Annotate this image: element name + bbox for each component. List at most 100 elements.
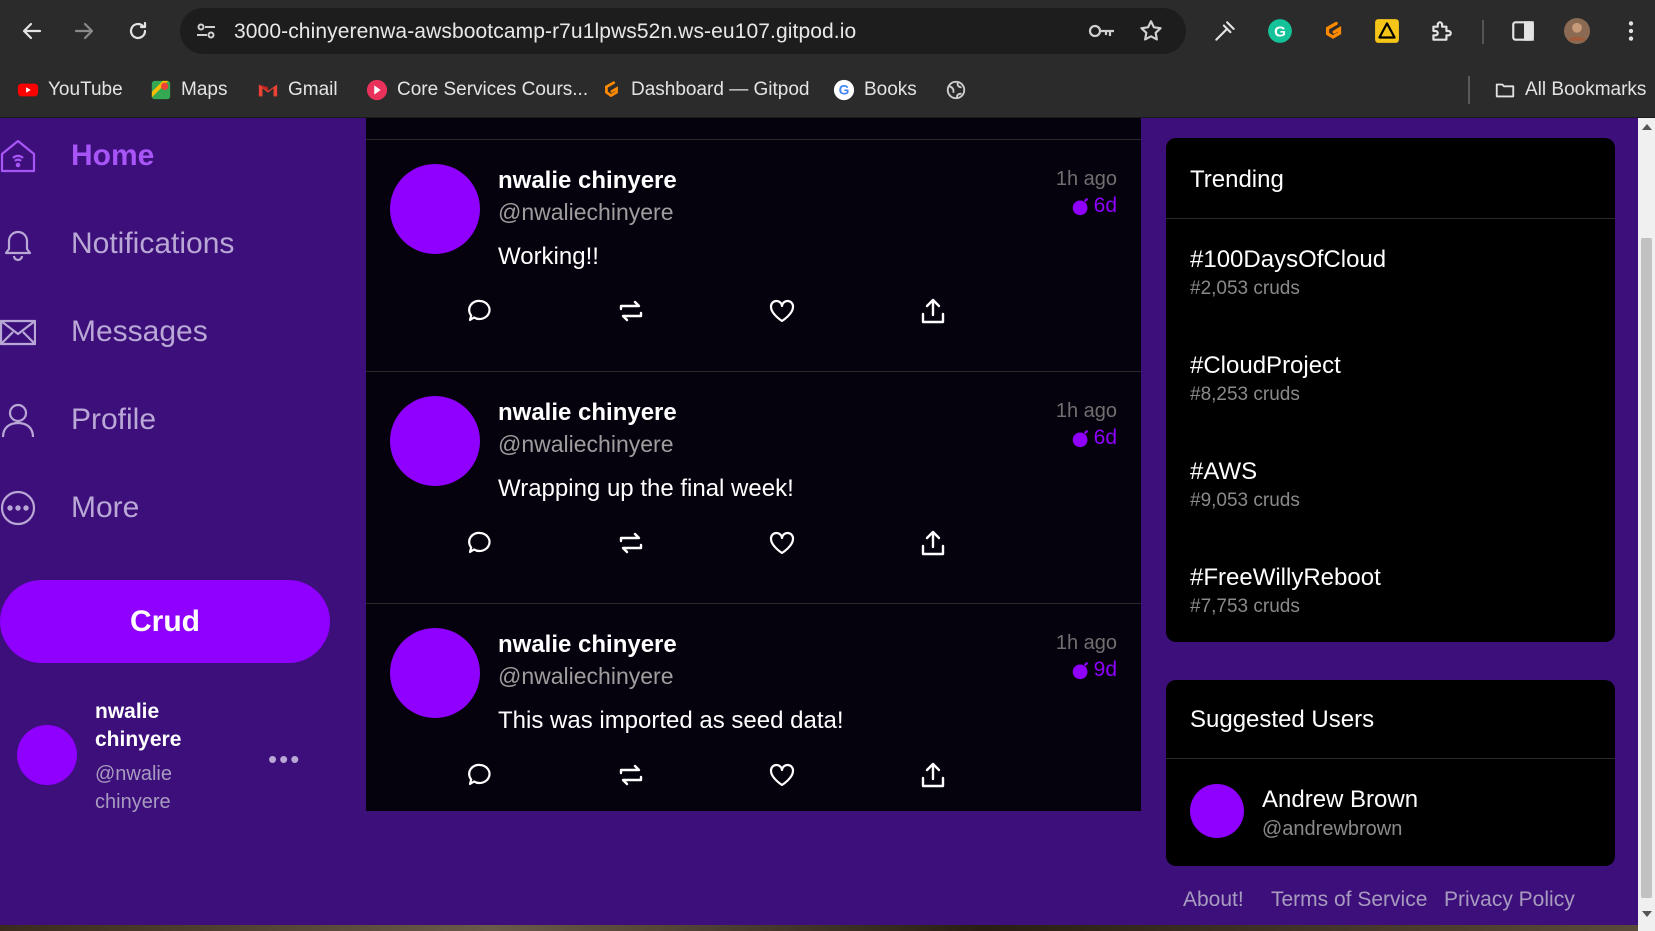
trending-item[interactable]: #CloudProject #8,253 cruds bbox=[1190, 352, 1341, 406]
address-bar[interactable]: 3000-chinyerenwa-awsbootcamp-r7u1lpws52n… bbox=[180, 8, 1186, 54]
share-button[interactable] bbox=[919, 297, 949, 327]
bookmark-label: Gmail bbox=[288, 79, 338, 100]
post-display-name[interactable]: nwalie chinyere bbox=[498, 167, 677, 195]
bookmark-globe[interactable] bbox=[945, 76, 967, 104]
globe-icon bbox=[946, 80, 966, 100]
bookmark-gmail[interactable]: Gmail bbox=[257, 76, 338, 104]
trending-panel: Trending #100DaysOfCloud #2,053 cruds #C… bbox=[1166, 138, 1615, 642]
about-link[interactable]: About! bbox=[1183, 888, 1244, 912]
trending-item[interactable]: #FreeWillyReboot #7,753 cruds bbox=[1190, 564, 1381, 618]
eyedropper-icon bbox=[1215, 21, 1235, 41]
post-expiry: 6d bbox=[1070, 194, 1117, 218]
post-display-name[interactable]: nwalie chinyere bbox=[498, 399, 677, 427]
page-scrollbar[interactable] bbox=[1638, 118, 1655, 931]
trending-count: #7,753 cruds bbox=[1190, 596, 1300, 617]
suggested-user-name[interactable]: Andrew Brown bbox=[1262, 786, 1418, 814]
trending-tag[interactable]: #100DaysOfCloud bbox=[1190, 246, 1386, 274]
repost-button[interactable] bbox=[617, 529, 647, 559]
repost-button[interactable] bbox=[617, 761, 647, 791]
back-button[interactable] bbox=[14, 13, 50, 49]
trending-count: #2,053 cruds bbox=[1190, 278, 1300, 299]
reply-icon bbox=[468, 531, 491, 554]
grammarly-icon: G bbox=[1268, 19, 1292, 43]
grammarly-extension[interactable]: G bbox=[1265, 16, 1295, 46]
key-icon[interactable] bbox=[1088, 19, 1116, 43]
trending-item[interactable]: #AWS #9,053 cruds bbox=[1190, 458, 1300, 512]
sidebar-item-label: Home bbox=[71, 139, 155, 172]
reply-button[interactable] bbox=[466, 529, 496, 559]
extensions-button[interactable] bbox=[1426, 16, 1456, 46]
sidebar-item-messages[interactable]: Messages bbox=[0, 302, 208, 362]
activity-item[interactable]: nwalie chinyere @nwaliechinyere This was… bbox=[366, 604, 1141, 836]
sidebar-item-label: Profile bbox=[71, 403, 157, 436]
browser-toolbar: 3000-chinyerenwa-awsbootcamp-r7u1lpws52n… bbox=[0, 0, 1655, 62]
avatar[interactable] bbox=[390, 164, 480, 254]
star-icon[interactable] bbox=[1138, 18, 1164, 44]
post-time-ago: 1h ago bbox=[1055, 400, 1117, 422]
all-bookmarks-button[interactable]: All Bookmarks bbox=[1494, 76, 1646, 104]
site-settings-icon[interactable] bbox=[194, 19, 218, 43]
crud-button[interactable]: Crud bbox=[0, 580, 330, 663]
post-handle[interactable]: @nwaliechinyere bbox=[498, 663, 674, 690]
reload-button[interactable] bbox=[120, 13, 156, 49]
sidebar-item-notifications[interactable]: Notifications bbox=[0, 214, 234, 274]
share-button[interactable] bbox=[919, 761, 949, 791]
scroll-up-arrow-icon[interactable] bbox=[1642, 124, 1652, 130]
avatar[interactable] bbox=[1190, 784, 1244, 838]
trending-tag[interactable]: #AWS bbox=[1190, 458, 1300, 486]
activity-item[interactable]: nwalie chinyere @nwaliechinyere Working!… bbox=[366, 140, 1141, 372]
warning-icon bbox=[1375, 19, 1399, 43]
chrome-menu-button[interactable] bbox=[1616, 16, 1646, 46]
like-button[interactable] bbox=[768, 297, 798, 327]
side-panel-button[interactable] bbox=[1508, 16, 1538, 46]
bookmark-books[interactable]: G Books bbox=[833, 76, 917, 104]
trending-tag[interactable]: #CloudProject bbox=[1190, 352, 1341, 380]
like-button[interactable] bbox=[768, 529, 798, 559]
profile-avatar-button[interactable] bbox=[1562, 16, 1592, 46]
share-button[interactable] bbox=[919, 529, 949, 559]
sidebar-item-home[interactable]: Home bbox=[0, 126, 154, 186]
forward-button[interactable] bbox=[66, 13, 102, 49]
like-button[interactable] bbox=[768, 761, 798, 791]
gitpod-icon bbox=[1325, 21, 1342, 39]
avatar[interactable] bbox=[390, 396, 480, 486]
avatar[interactable] bbox=[390, 628, 480, 718]
sidebar-item-profile[interactable]: Profile bbox=[0, 390, 156, 450]
folder-icon bbox=[1495, 83, 1515, 98]
sidebar-item-more[interactable]: More bbox=[0, 478, 139, 538]
eyedropper-extension[interactable] bbox=[1210, 16, 1240, 46]
warning-extension[interactable] bbox=[1372, 16, 1402, 46]
activity-feed: nwalie chinyere @nwaliechinyere Working!… bbox=[366, 118, 1141, 811]
post-handle[interactable]: @nwaliechinyere bbox=[498, 199, 674, 226]
post-expiry: 9d bbox=[1070, 658, 1117, 682]
post-expiry-text: 6d bbox=[1093, 194, 1117, 217]
reply-button[interactable] bbox=[466, 761, 496, 791]
trending-tag[interactable]: #FreeWillyReboot bbox=[1190, 564, 1381, 592]
bookmark-maps[interactable]: Maps bbox=[150, 76, 227, 104]
repost-button[interactable] bbox=[617, 297, 647, 327]
scrollbar-thumb[interactable] bbox=[1641, 238, 1652, 898]
bookmark-label: Dashboard — Gitpod bbox=[631, 79, 810, 100]
profile-more-icon[interactable]: ••• bbox=[268, 744, 301, 775]
gitpod-extension[interactable] bbox=[1318, 16, 1348, 46]
bookmark-youtube[interactable]: YouTube bbox=[17, 76, 123, 104]
suggested-user-handle[interactable]: @andrewbrown bbox=[1262, 818, 1402, 841]
heart-icon bbox=[769, 299, 795, 323]
trending-item[interactable]: #100DaysOfCloud #2,053 cruds bbox=[1190, 246, 1386, 300]
post-display-name[interactable]: nwalie chinyere bbox=[498, 631, 677, 659]
avatar[interactable] bbox=[17, 725, 77, 785]
terms-link[interactable]: Terms of Service bbox=[1271, 888, 1427, 912]
post-time-ago: 1h ago bbox=[1055, 632, 1117, 654]
url-text[interactable]: 3000-chinyerenwa-awsbootcamp-r7u1lpws52n… bbox=[234, 20, 856, 44]
reply-button[interactable] bbox=[466, 297, 496, 327]
post-message: Working!! bbox=[498, 243, 599, 270]
post-handle[interactable]: @nwaliechinyere bbox=[498, 431, 674, 458]
privacy-link[interactable]: Privacy Policy bbox=[1444, 888, 1575, 912]
bookmark-gitpod[interactable]: Dashboard — Gitpod bbox=[600, 76, 810, 104]
scroll-down-arrow-icon[interactable] bbox=[1642, 911, 1652, 917]
activity-item[interactable]: nwalie chinyere @nwaliechinyere Wrapping… bbox=[366, 372, 1141, 604]
sidebar: Home Notifications Messages Profile More… bbox=[0, 118, 355, 931]
profile-display-name: nwalie chinyere bbox=[95, 700, 182, 751]
mail-icon bbox=[0, 314, 37, 350]
bookmark-core-services[interactable]: Core Services Cours... bbox=[366, 76, 588, 104]
